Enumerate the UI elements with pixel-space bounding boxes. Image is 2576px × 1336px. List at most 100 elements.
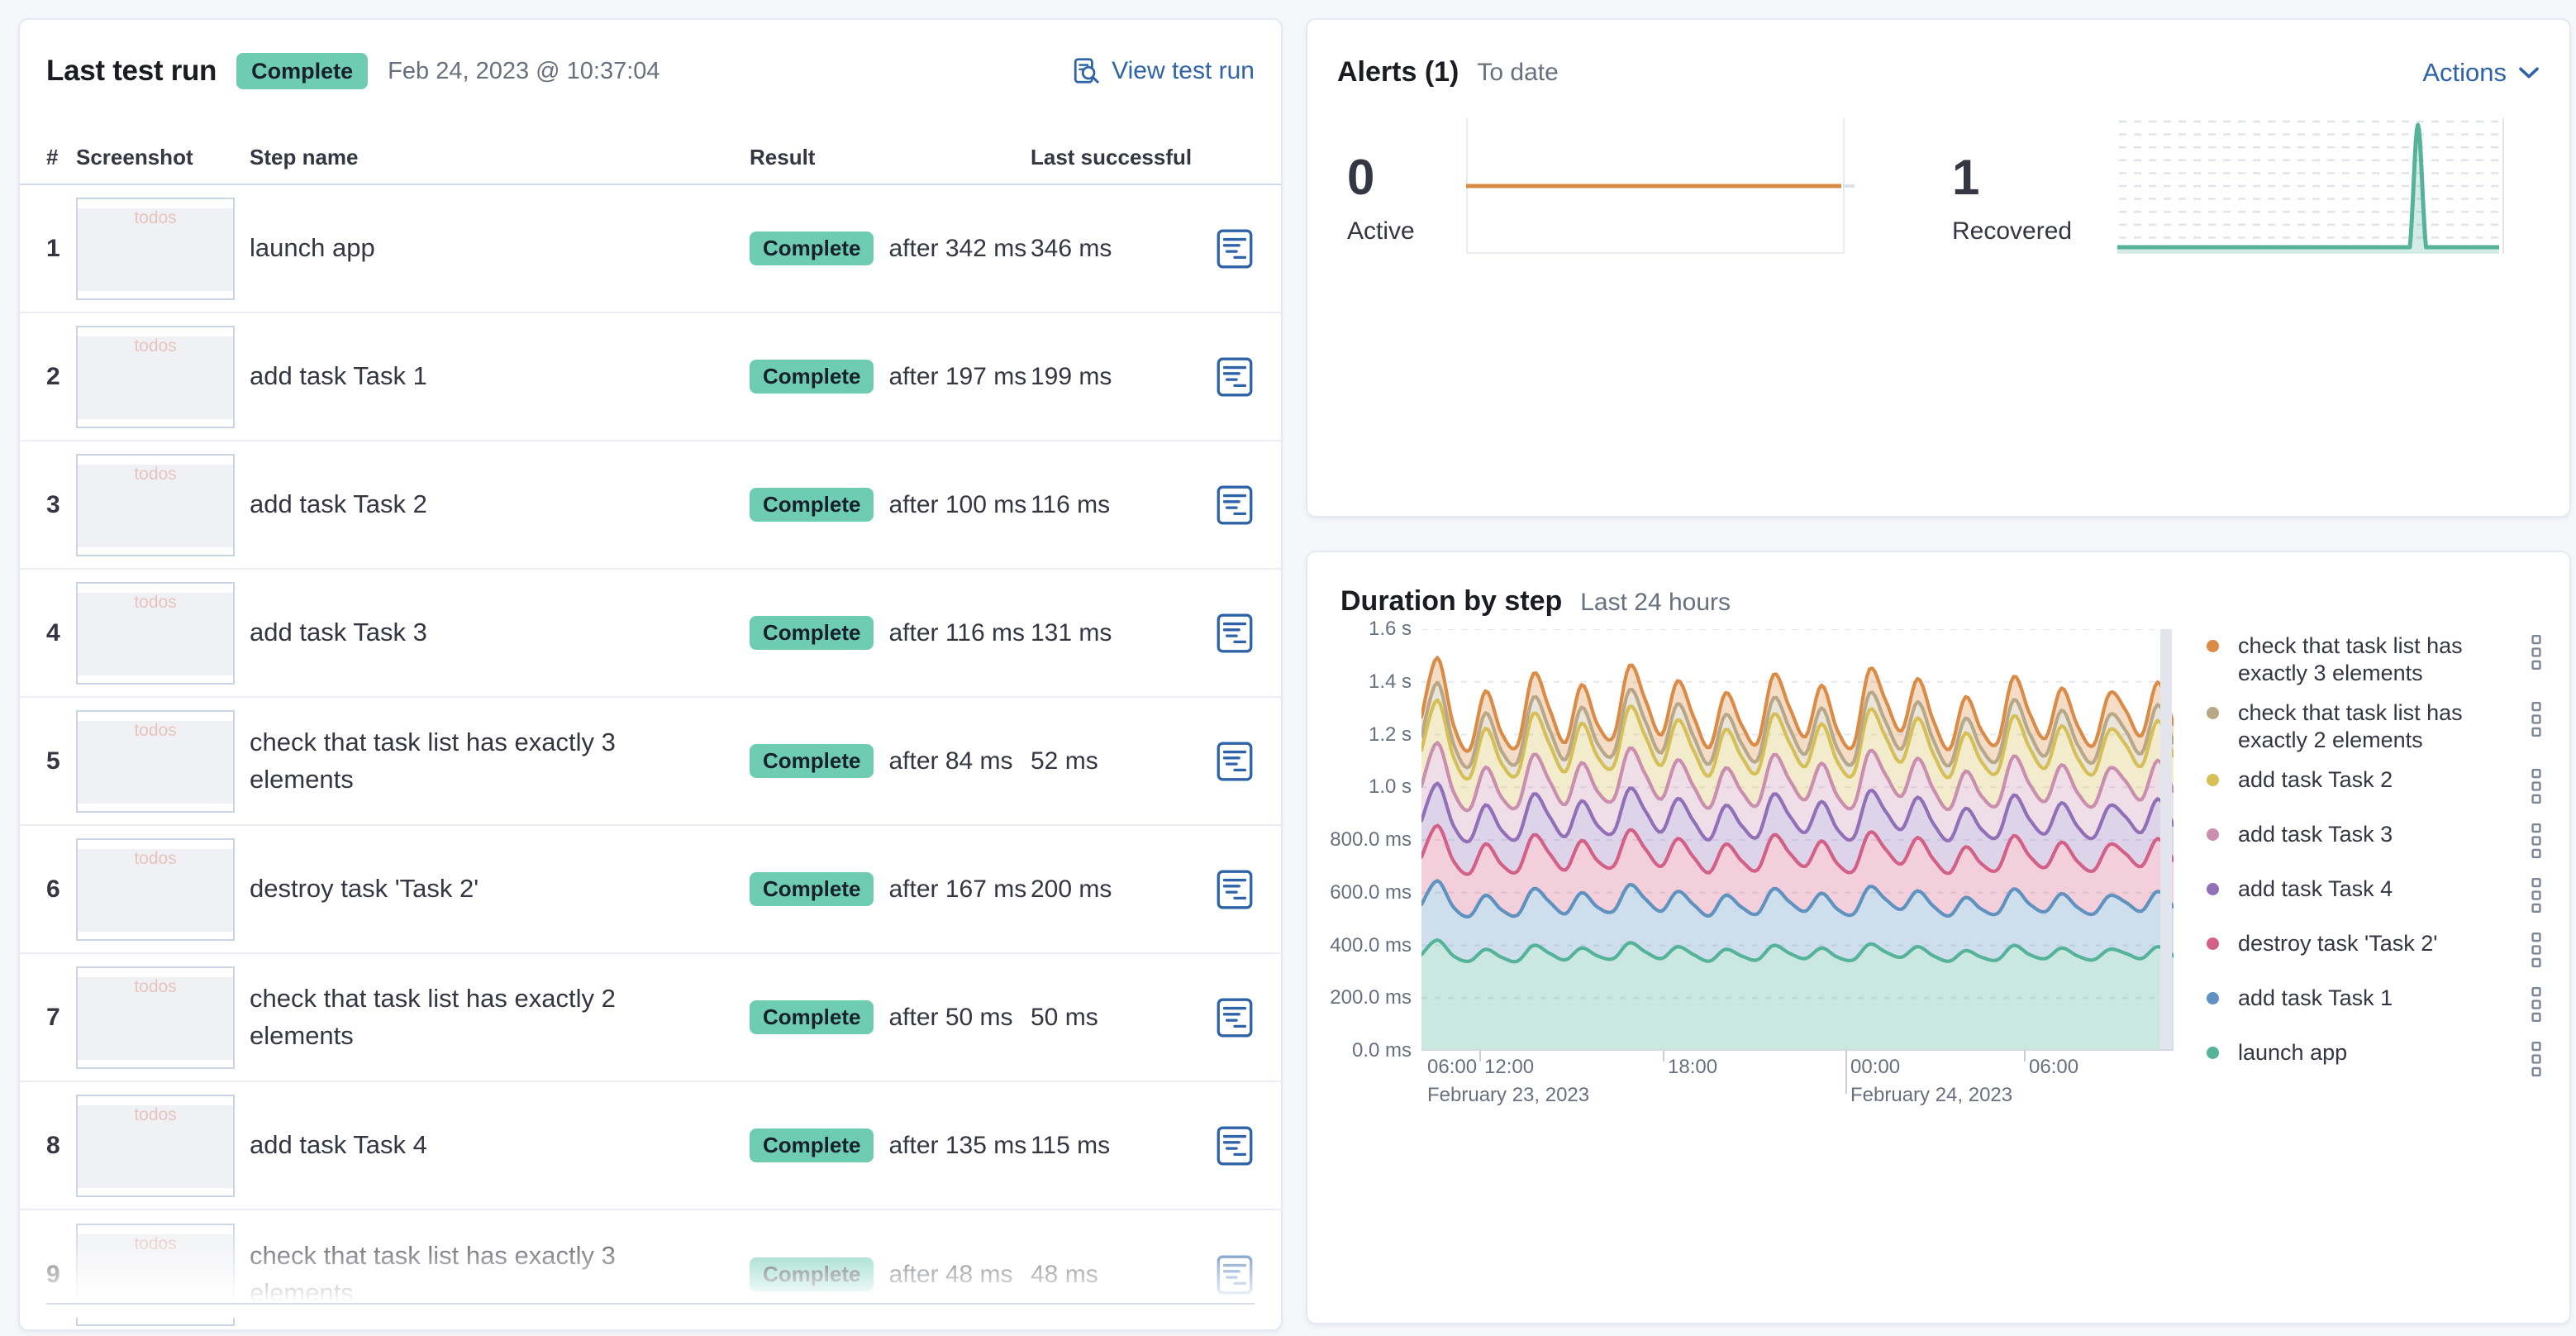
result-duration: after 84 ms bbox=[888, 747, 1013, 775]
y-axis-tick-label: 1.6 s bbox=[1368, 618, 1412, 640]
alerts-recovered-stat: 1 Recovered bbox=[1952, 153, 2072, 246]
x-axis-tick bbox=[1663, 1051, 1664, 1062]
legend-item[interactable]: add task Task 4 bbox=[2207, 876, 2547, 918]
legend-item[interactable]: check that task list has exactly 2 eleme… bbox=[2207, 699, 2547, 754]
x-axis-tick-label: 18:00 bbox=[1668, 1056, 1718, 1078]
step-detail-icon bbox=[1217, 229, 1253, 269]
duration-header: Duration by step Last 24 hours bbox=[1307, 552, 2569, 618]
legend-item[interactable]: add task Task 1 bbox=[2207, 985, 2547, 1027]
legend-actions-menu-button[interactable] bbox=[2526, 1039, 2547, 1081]
step-screenshot-thumbnail[interactable]: todos bbox=[76, 837, 235, 941]
steps-table-header: # Screenshot Step name Result Last succe… bbox=[20, 132, 1281, 186]
step-result: Complete after 342 ms bbox=[750, 231, 1031, 266]
thumbnail-app-title: todos bbox=[134, 976, 177, 996]
table-row: 1 todos launch app Complete after 342 ms… bbox=[20, 185, 1281, 314]
y-axis-tick-label: 1.0 s bbox=[1368, 775, 1412, 799]
view-step-detail-button[interactable] bbox=[1214, 739, 1255, 784]
result-badge: Complete bbox=[750, 744, 874, 779]
step-screenshot-thumbnail[interactable]: todos bbox=[76, 325, 235, 428]
step-number: 8 bbox=[46, 1131, 60, 1159]
status-badge: Complete bbox=[236, 53, 369, 90]
legend-series-dot bbox=[2207, 773, 2219, 786]
step-screenshot-thumbnail[interactable]: todos bbox=[76, 581, 235, 685]
step-detail-icon bbox=[1217, 998, 1253, 1038]
step-detail-icon bbox=[1217, 870, 1253, 909]
legend-item[interactable]: add task Task 3 bbox=[2207, 821, 2547, 863]
view-step-detail-button[interactable] bbox=[1214, 227, 1255, 271]
alerts-actions-dropdown[interactable]: Actions bbox=[2422, 58, 2540, 88]
table-row: 5 todos check that task list has exactly… bbox=[20, 698, 1281, 827]
step-detail-icon bbox=[1217, 742, 1253, 781]
x-axis-tick-label: 00:00 bbox=[1850, 1056, 1901, 1078]
thumbnail-app-title: todos bbox=[134, 464, 177, 484]
legend-series-label: add task Task 4 bbox=[2238, 876, 2393, 901]
table-row: 8 todos add task Task 4 Complete after 1… bbox=[20, 1082, 1281, 1211]
x-axis-tick bbox=[2024, 1051, 2026, 1062]
step-name: add task Task 1 bbox=[250, 361, 427, 391]
legend-item[interactable]: launch app bbox=[2207, 1039, 2547, 1081]
step-screenshot-thumbnail[interactable]: todos bbox=[76, 197, 235, 300]
boxes-vertical-icon bbox=[2531, 701, 2541, 737]
active-alerts-sparkline bbox=[1466, 118, 1855, 254]
view-step-detail-button[interactable] bbox=[1214, 995, 1255, 1040]
y-axis-tick-label: 800.0 ms bbox=[1330, 828, 1412, 851]
last-successful-duration: 200 ms bbox=[1031, 875, 1112, 903]
legend-actions-menu-button[interactable] bbox=[2526, 876, 2547, 918]
step-detail-icon bbox=[1217, 1126, 1253, 1166]
col-header-num: # bbox=[46, 145, 59, 170]
legend-actions-menu-button[interactable] bbox=[2526, 632, 2547, 675]
legend-item[interactable]: add task Task 2 bbox=[2207, 766, 2547, 809]
last-successful-duration: 116 ms bbox=[1031, 490, 1111, 518]
view-step-detail-button[interactable] bbox=[1214, 355, 1255, 399]
view-step-detail-button[interactable] bbox=[1214, 611, 1255, 656]
legend-item[interactable]: check that task list has exactly 3 eleme… bbox=[2207, 632, 2547, 687]
y-axis-tick-label: 1.2 s bbox=[1368, 723, 1412, 746]
step-screenshot-thumbnail[interactable]: todos bbox=[76, 453, 235, 556]
duration-title: Duration by step bbox=[1340, 585, 1563, 617]
step-name: check that task list has exactly 3 eleme… bbox=[250, 727, 616, 794]
view-step-detail-button[interactable] bbox=[1214, 483, 1255, 527]
legend-series-label: add task Task 3 bbox=[2238, 821, 2393, 847]
boxes-vertical-icon bbox=[2531, 877, 2541, 913]
table-row: 6 todos destroy task 'Task 2' Complete a… bbox=[20, 826, 1281, 955]
step-screenshot-thumbnail[interactable]: todos bbox=[76, 709, 235, 813]
boxes-vertical-icon bbox=[2531, 932, 2541, 967]
last-successful-duration: 52 ms bbox=[1031, 747, 1098, 775]
view-step-detail-button[interactable] bbox=[1214, 1124, 1255, 1168]
step-result: Complete after 48 ms bbox=[750, 1257, 1031, 1292]
result-duration: after 197 ms bbox=[888, 362, 1027, 390]
legend-actions-menu-button[interactable] bbox=[2526, 930, 2547, 972]
last-test-run-header: Last test run Complete Feb 24, 2023 @ 10… bbox=[20, 20, 1281, 90]
view-test-run-link[interactable]: View test run bbox=[1072, 56, 1255, 86]
table-row: 7 todos check that task list has exactly… bbox=[20, 954, 1281, 1083]
active-count: 0 bbox=[1347, 150, 1375, 205]
y-axis-tick-label: 1.4 s bbox=[1368, 670, 1412, 693]
step-name: launch app bbox=[250, 233, 375, 263]
view-test-run-label: View test run bbox=[1112, 57, 1255, 85]
alerts-body: 0 Active 1 Recovered bbox=[1307, 88, 2569, 386]
legend-series-dot bbox=[2207, 1046, 2219, 1059]
alerts-panel: Alerts (1) To date Actions 0 Active 1 Re… bbox=[1306, 18, 2571, 518]
duration-stacked-area-plot[interactable] bbox=[1421, 629, 2174, 1051]
legend-actions-menu-button[interactable] bbox=[2526, 699, 2547, 742]
step-result: Complete after 197 ms bbox=[750, 360, 1031, 394]
table-row: 3 todos add task Task 2 Complete after 1… bbox=[20, 441, 1281, 570]
legend-actions-menu-button[interactable] bbox=[2526, 985, 2547, 1027]
step-number: 4 bbox=[46, 618, 60, 647]
legend-actions-menu-button[interactable] bbox=[2526, 821, 2547, 863]
view-step-detail-button[interactable] bbox=[1214, 867, 1255, 912]
legend-series-dot bbox=[2207, 882, 2219, 895]
step-name: destroy task 'Task 2' bbox=[250, 874, 479, 904]
step-screenshot-thumbnail[interactable]: todos bbox=[76, 966, 235, 1069]
legend-series-dot bbox=[2207, 991, 2219, 1004]
step-result: Complete after 116 ms bbox=[750, 616, 1031, 651]
view-step-detail-button[interactable] bbox=[1214, 1252, 1255, 1297]
last-successful-duration: 199 ms bbox=[1031, 362, 1112, 390]
step-result: Complete after 167 ms bbox=[750, 872, 1031, 907]
step-detail-icon bbox=[1217, 613, 1253, 653]
step-screenshot-thumbnail[interactable]: todos bbox=[76, 1223, 235, 1326]
step-number: 5 bbox=[46, 747, 60, 775]
legend-item[interactable]: destroy task 'Task 2' bbox=[2207, 930, 2547, 972]
legend-actions-menu-button[interactable] bbox=[2526, 766, 2547, 809]
step-screenshot-thumbnail[interactable]: todos bbox=[76, 1094, 235, 1197]
